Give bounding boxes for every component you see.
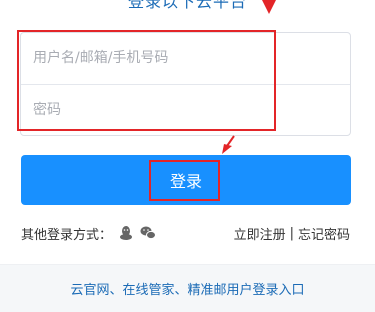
other-login-label: 其他登录方式： bbox=[21, 227, 113, 243]
annotation-highlight-login bbox=[149, 160, 220, 201]
annotation-highlight-inputs bbox=[17, 30, 276, 131]
link-separator: | bbox=[289, 225, 294, 241]
wechat-icon[interactable] bbox=[140, 225, 157, 241]
other-login-row: 其他登录方式： bbox=[21, 224, 157, 243]
qq-icon[interactable] bbox=[118, 225, 134, 241]
page: 登录以下云平台 登录 其他登录方式： bbox=[0, 0, 375, 312]
login-card: 登录以下云平台 登录 其他登录方式： bbox=[0, 0, 375, 312]
forgot-password-link[interactable]: 忘记密码 bbox=[298, 224, 350, 243]
register-link[interactable]: 立即注册 bbox=[234, 224, 286, 243]
annotation-arrow-icon bbox=[222, 135, 235, 154]
account-links: 立即注册 | 忘记密码 bbox=[234, 224, 350, 243]
page-title: 登录以下云平台 bbox=[127, 0, 247, 11]
annotation-arrow-icon bbox=[262, 0, 276, 14]
footer-login-entry-link[interactable]: 云官网、在线管家、精准邮用户登录入口 bbox=[70, 279, 304, 298]
footer-bar: 云官网、在线管家、精准邮用户登录入口 bbox=[0, 264, 375, 312]
